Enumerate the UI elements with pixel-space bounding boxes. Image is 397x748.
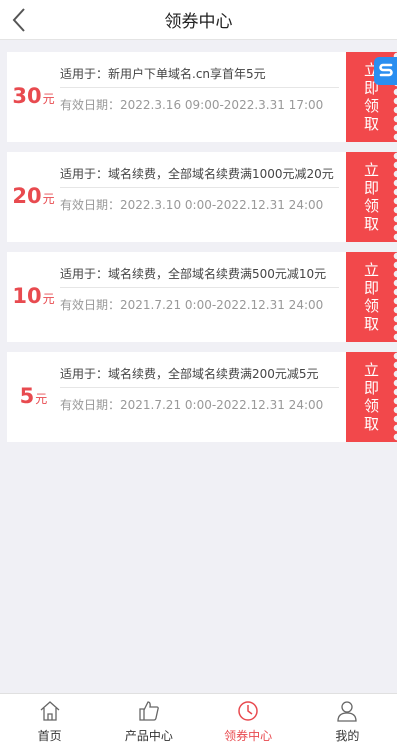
tab-label: 首页	[37, 729, 62, 743]
coupon-validity: 有效日期：2022.3.10 0:00-2022.12.31 24:00	[60, 198, 324, 212]
claim-label: 立即领取	[363, 361, 379, 433]
chevron-left-icon	[12, 8, 25, 32]
page-title: 领券中心	[164, 12, 233, 32]
ticket-notch	[393, 352, 397, 442]
tab-label: 领券中心	[224, 729, 273, 743]
claim-button[interactable]: 立即领取	[346, 152, 397, 242]
bottom-tab-bar: 首页 产品中心 领券中心 我的	[0, 693, 397, 748]
coupon-validity: 有效日期：2021.7.21 0:00-2022.12.31 24:00	[60, 298, 324, 312]
coupon-scope: 适用于：域名续费，全部域名续费满200元减5元	[60, 366, 339, 388]
amount-unit: 元	[42, 192, 55, 206]
coupon-list: 30 元 适用于：新用户下单域名.cn享首年5元 有效日期：2022.3.16 …	[7, 52, 397, 452]
claim-button[interactable]: 立即领取	[346, 252, 397, 342]
coupon-card: 20 元 适用于：域名续费，全部域名续费满1000元减20元 有效日期：2022…	[7, 152, 397, 242]
coupon-validity: 有效日期：2021.7.21 0:00-2022.12.31 24:00	[60, 398, 324, 412]
coupon-card: 10 元 适用于：域名续费，全部域名续费满500元减10元 有效日期：2021.…	[7, 252, 397, 342]
tab-home[interactable]: 首页	[0, 694, 99, 748]
coupon-info: 适用于：新用户下单域名.cn享首年5元 有效日期：2022.3.16 09:00…	[60, 52, 339, 142]
claim-label: 立即领取	[363, 261, 379, 333]
clock-icon	[238, 701, 258, 721]
amount-value: 10	[12, 284, 42, 308]
coupon-amount: 10 元	[7, 252, 60, 342]
coupon-validity: 有效日期：2022.3.16 09:00-2022.3.31 17:00	[60, 98, 324, 112]
amount-value: 5	[19, 384, 35, 408]
coupon-amount: 20 元	[7, 152, 60, 242]
coupon-scope: 适用于：域名续费，全部域名续费满1000元减20元	[60, 166, 339, 188]
tab-profile[interactable]: 我的	[298, 694, 397, 748]
floating-service-button[interactable]	[374, 57, 397, 85]
tab-label: 产品中心	[124, 729, 173, 743]
claim-button[interactable]: 立即领取	[346, 352, 397, 442]
amount-unit: 元	[35, 392, 48, 406]
amount-unit: 元	[42, 292, 55, 306]
amount-value: 20	[12, 184, 42, 208]
coupon-info: 适用于：域名续费，全部域名续费满1000元减20元 有效日期：2022.3.10…	[60, 152, 339, 242]
ticket-notch	[393, 252, 397, 342]
home-icon	[40, 701, 60, 721]
tab-products[interactable]: 产品中心	[99, 694, 198, 748]
coupon-amount: 5 元	[7, 352, 60, 442]
coupon-scope: 适用于：域名续费，全部域名续费满500元减10元	[60, 266, 339, 288]
coupon-card: 5 元 适用于：域名续费，全部域名续费满200元减5元 有效日期：2021.7.…	[7, 352, 397, 442]
amount-unit: 元	[42, 92, 55, 106]
coupon-info: 适用于：域名续费，全部域名续费满200元减5元 有效日期：2021.7.21 0…	[60, 352, 339, 442]
back-button[interactable]	[4, 4, 34, 36]
claim-label: 立即领取	[363, 161, 379, 233]
user-icon	[337, 701, 358, 722]
coupon-amount: 30 元	[7, 52, 60, 142]
coupon-info: 适用于：域名续费，全部域名续费满500元减10元 有效日期：2021.7.21 …	[60, 252, 339, 342]
thumbs-up-icon	[139, 701, 159, 721]
coupon-scope: 适用于：新用户下单域名.cn享首年5元	[60, 66, 339, 88]
coupon-card: 30 元 适用于：新用户下单域名.cn享首年5元 有效日期：2022.3.16 …	[7, 52, 397, 142]
tab-label: 我的	[335, 729, 360, 743]
s-logo-icon	[378, 63, 393, 77]
amount-value: 30	[12, 84, 42, 108]
top-bar: 领券中心	[0, 0, 397, 40]
tab-coupon-center[interactable]: 领券中心	[199, 694, 298, 748]
ticket-notch	[393, 152, 397, 242]
